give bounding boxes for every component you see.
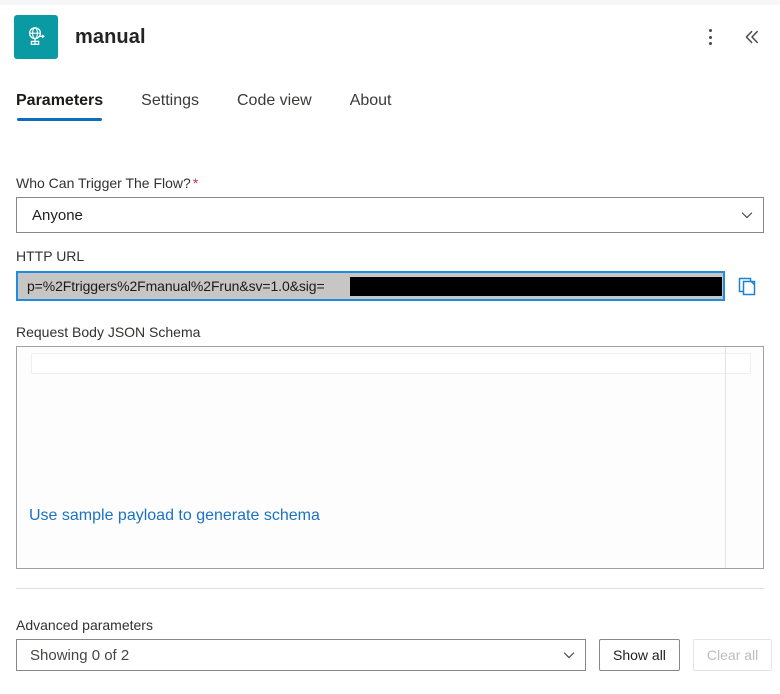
- collapse-panel-button[interactable]: [736, 21, 768, 53]
- schema-editor-input-line[interactable]: [31, 353, 751, 374]
- who-can-trigger-label: Who Can Trigger The Flow?*: [16, 175, 764, 191]
- chevron-down-icon: [553, 648, 585, 662]
- copy-icon: [737, 275, 759, 297]
- http-request-globe-icon: [14, 15, 58, 59]
- section-divider: [16, 588, 764, 589]
- advanced-parameters-value: Showing 0 of 2: [17, 647, 553, 664]
- http-url-field: HTTP URL p=%2Ftriggers%2Fmanual%2Frun&sv…: [16, 248, 764, 302]
- http-url-row: p=%2Ftriggers%2Fmanual%2Frun&sv=1.0&sig=: [16, 270, 764, 302]
- schema-editor[interactable]: Use sample payload to generate schema: [16, 346, 764, 569]
- who-can-trigger-field: Who Can Trigger The Flow?* Anyone: [16, 175, 764, 233]
- advanced-parameters-row: Showing 0 of 2 Show all Clear all: [16, 639, 764, 671]
- panel-header: manual: [0, 5, 780, 69]
- http-url-redaction-bar: [350, 277, 722, 296]
- show-all-button[interactable]: Show all: [599, 639, 680, 671]
- http-url-label: HTTP URL: [16, 248, 764, 264]
- chevron-double-left-icon: [742, 27, 762, 47]
- tab-code-view[interactable]: Code view: [237, 92, 312, 121]
- advanced-parameters-select[interactable]: Showing 0 of 2: [16, 639, 586, 671]
- more-vertical-icon: [709, 29, 712, 45]
- who-can-trigger-label-text: Who Can Trigger The Flow?: [16, 175, 191, 191]
- more-options-button[interactable]: [694, 21, 726, 53]
- advanced-parameters-label: Advanced parameters: [16, 617, 764, 633]
- tab-bar: Parameters Settings Code view About: [0, 92, 780, 140]
- clear-all-button: Clear all: [693, 639, 772, 671]
- required-asterisk: *: [193, 175, 198, 191]
- page-title: manual: [75, 26, 146, 49]
- advanced-parameters-section: Advanced parameters Showing 0 of 2 Show …: [16, 617, 764, 671]
- schema-editor-minimap-divider: [725, 347, 726, 568]
- tab-about[interactable]: About: [350, 92, 392, 121]
- copy-url-button[interactable]: [732, 270, 764, 302]
- chevron-down-icon: [731, 208, 763, 222]
- who-can-trigger-select[interactable]: Anyone: [16, 197, 764, 233]
- request-body-schema-field: Request Body JSON Schema Use sample payl…: [16, 324, 764, 569]
- tab-settings[interactable]: Settings: [141, 92, 199, 121]
- use-sample-payload-link[interactable]: Use sample payload to generate schema: [29, 507, 320, 525]
- who-can-trigger-value: Anyone: [17, 207, 731, 224]
- tab-parameters[interactable]: Parameters: [16, 92, 103, 121]
- http-url-value: p=%2Ftriggers%2Fmanual%2Frun&sv=1.0&sig=: [18, 278, 325, 294]
- request-body-schema-label: Request Body JSON Schema: [16, 324, 764, 340]
- http-url-input[interactable]: p=%2Ftriggers%2Fmanual%2Frun&sv=1.0&sig=: [16, 271, 725, 301]
